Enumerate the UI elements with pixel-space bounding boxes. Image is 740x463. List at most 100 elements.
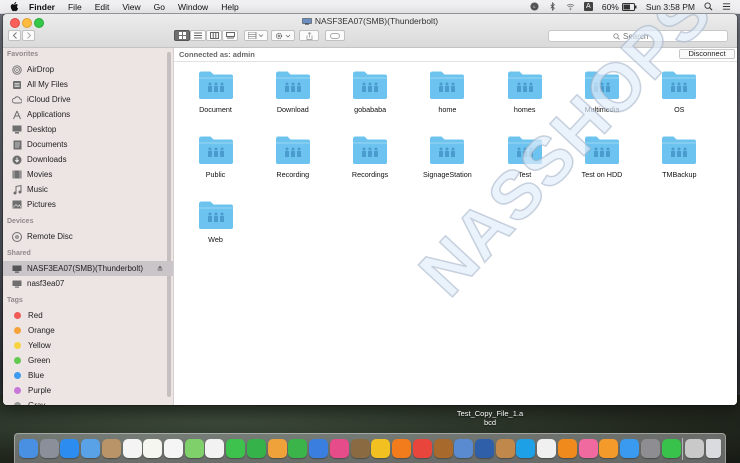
action-button[interactable]	[271, 30, 295, 41]
folder-download[interactable]: Download	[254, 70, 331, 130]
back-button[interactable]	[8, 30, 21, 41]
folder-home[interactable]: home	[409, 70, 486, 130]
forward-button[interactable]	[22, 30, 35, 41]
menu-window[interactable]: Window	[178, 2, 208, 12]
sidebar-item-pictures[interactable]: Pictures	[3, 197, 173, 212]
search-field[interactable]	[548, 30, 728, 42]
arrange-button[interactable]	[244, 30, 268, 41]
numbers-icon[interactable]	[288, 439, 308, 458]
music-app-icon[interactable]	[578, 439, 598, 458]
vlc-cone-icon[interactable]	[557, 439, 577, 458]
app-menu-finder[interactable]: Finder	[29, 2, 55, 12]
sidebar-tag-blue[interactable]: Blue	[3, 368, 173, 383]
folder-test-on-hdd[interactable]: Test on HDD	[564, 135, 641, 195]
notification-center-icon[interactable]	[722, 2, 731, 11]
menu-view[interactable]: View	[122, 2, 140, 12]
sidebar-item-nasf3ea07-smb[interactable]: NASF3EA07(SMB)(Thunderbolt)	[3, 261, 173, 276]
folder-web[interactable]: Web	[177, 200, 254, 260]
sidebar-tag-red[interactable]: Red	[3, 308, 173, 323]
sidebar-tag-green[interactable]: Green	[3, 353, 173, 368]
trash-icon[interactable]	[705, 439, 721, 458]
sidebar-item-applications[interactable]: Applications	[3, 107, 173, 122]
spotlight-icon[interactable]	[704, 2, 713, 11]
folder-public[interactable]: Public	[177, 135, 254, 195]
game-icon[interactable]	[433, 439, 453, 458]
cover-flow-view-button[interactable]	[222, 30, 238, 41]
menubar-clock[interactable]: Sun 3:58 PM	[646, 2, 695, 12]
sidebar-item-documents[interactable]: Documents	[3, 137, 173, 152]
folder-recording[interactable]: Recording	[254, 135, 331, 195]
downloads-stack-icon[interactable]	[685, 439, 705, 458]
safari-icon[interactable]	[60, 439, 80, 458]
disconnect-button[interactable]: Disconnect	[679, 49, 735, 59]
calendar-icon[interactable]	[122, 439, 142, 458]
sidebar-item-remote-disc[interactable]: Remote Disc	[3, 229, 173, 244]
bluetooth-icon[interactable]	[537, 439, 557, 458]
sidebar-item-desktop[interactable]: Desktop	[3, 122, 173, 137]
sidebar-tag-orange[interactable]: Orange	[3, 323, 173, 338]
contacts-icon[interactable]	[101, 439, 121, 458]
folder-recordings[interactable]: Recordings	[332, 135, 409, 195]
share-button[interactable]	[299, 30, 319, 41]
sidebar-item-nasf3ea07[interactable]: nasf3ea07	[3, 276, 173, 291]
chrome-icon[interactable]	[412, 439, 432, 458]
folder-test[interactable]: Test	[486, 135, 563, 195]
sidebar-tag-gray[interactable]: Gray	[3, 398, 173, 405]
sidebar-tag-purple[interactable]: Purple	[3, 383, 173, 398]
apple-menu-icon[interactable]	[10, 1, 19, 12]
sidebar-item-movies[interactable]: Movies	[3, 167, 173, 182]
line-icon[interactable]	[661, 439, 681, 458]
itunes-icon[interactable]	[329, 439, 349, 458]
eject-icon[interactable]	[157, 265, 163, 271]
bluetooth-status-icon[interactable]	[548, 2, 557, 11]
folder-multimedia[interactable]: Multimedia	[564, 70, 641, 130]
folder-document[interactable]: Document	[177, 70, 254, 130]
messages-icon[interactable]	[226, 439, 246, 458]
list-view-button[interactable]	[190, 30, 206, 41]
menu-file[interactable]: File	[68, 2, 82, 12]
sidebar-item-all-my-files[interactable]: All My Files	[3, 77, 173, 92]
sidebar-tag-yellow[interactable]: Yellow	[3, 338, 173, 353]
finder-icon[interactable]	[18, 439, 38, 458]
input-source-icon[interactable]: A	[583, 2, 593, 11]
folder-signagestation[interactable]: SignageStation	[409, 135, 486, 195]
quicktime-icon[interactable]	[475, 439, 495, 458]
sidebar-item-downloads[interactable]: Downloads	[3, 152, 173, 167]
folder-tmbackup[interactable]: TMBackup	[641, 135, 718, 195]
folder-gobababa[interactable]: gobababa	[332, 70, 409, 130]
vlc-icon[interactable]	[350, 439, 370, 458]
battery-icon[interactable]	[621, 2, 637, 11]
compass-icon[interactable]	[454, 439, 474, 458]
column-view-button[interactable]	[206, 30, 222, 41]
sidebar-item-airdrop[interactable]: AirDrop	[3, 62, 173, 77]
photos-icon[interactable]	[205, 439, 225, 458]
folder-os[interactable]: OS	[641, 70, 718, 130]
archive-icon[interactable]	[495, 439, 515, 458]
folder-homes[interactable]: homes	[486, 70, 563, 130]
wifi-status-icon[interactable]	[566, 2, 575, 11]
sidebar-item-icloud-drive[interactable]: iCloud Drive	[3, 92, 173, 107]
ibooks-icon[interactable]	[599, 439, 619, 458]
app-store-icon[interactable]	[620, 439, 640, 458]
menu-go[interactable]: Go	[154, 2, 165, 12]
reminders-icon[interactable]	[164, 439, 183, 458]
line-status-icon[interactable]: L	[530, 2, 539, 11]
notes-icon[interactable]	[143, 439, 163, 458]
mail-icon[interactable]	[81, 439, 101, 458]
facetime-icon[interactable]	[246, 439, 266, 458]
system-preferences-icon[interactable]	[640, 439, 660, 458]
menu-help[interactable]: Help	[221, 2, 238, 12]
pages-icon[interactable]	[267, 439, 287, 458]
icon-view-button[interactable]	[174, 30, 190, 41]
launchpad-icon[interactable]	[39, 439, 59, 458]
sidebar-item-music[interactable]: Music	[3, 182, 173, 197]
desktop-file[interactable]: Test_Copy_File_1.a bcd	[440, 409, 540, 427]
search-input[interactable]	[623, 31, 663, 41]
keynote-icon[interactable]	[309, 439, 329, 458]
firefox-icon[interactable]	[392, 439, 412, 458]
radiation-icon[interactable]	[371, 439, 391, 458]
edit-tags-button[interactable]	[325, 30, 345, 41]
menu-edit[interactable]: Edit	[95, 2, 110, 12]
skype-icon[interactable]	[516, 439, 536, 458]
maps-icon[interactable]	[184, 439, 204, 458]
